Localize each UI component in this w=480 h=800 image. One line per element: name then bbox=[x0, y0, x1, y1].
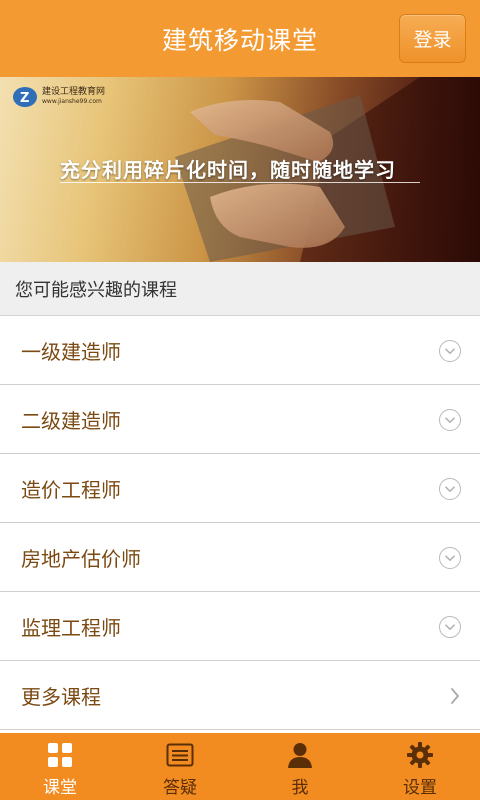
course-label: 房地产估价师 bbox=[21, 546, 141, 571]
list-icon bbox=[166, 743, 194, 767]
section-title: 您可能感兴趣的课程 bbox=[15, 279, 177, 301]
tab-label: 答疑 bbox=[163, 778, 197, 798]
banner-divider bbox=[60, 182, 420, 183]
course-item-erji-jianzaoshi[interactable]: 二级建造师 bbox=[0, 385, 480, 454]
user-icon bbox=[288, 743, 312, 768]
tab-settings[interactable]: 设置 bbox=[360, 733, 480, 800]
course-label: 更多课程 bbox=[21, 684, 101, 709]
section-header: 您可能感兴趣的课程 bbox=[0, 262, 480, 316]
site-logo-icon: Z bbox=[13, 87, 37, 107]
tab-me[interactable]: 我 bbox=[240, 733, 360, 800]
course-label: 监理工程师 bbox=[21, 615, 121, 640]
tab-label: 我 bbox=[291, 778, 309, 798]
site-logo-name: 建设工程教育网 bbox=[42, 87, 106, 97]
course-item-more[interactable]: 更多课程 bbox=[0, 661, 480, 730]
tab-qa[interactable]: 答疑 bbox=[120, 733, 240, 800]
course-item-fangdichan-gujiashi[interactable]: 房地产估价师 bbox=[0, 523, 480, 592]
svg-text:Z: Z bbox=[20, 91, 29, 106]
course-item-jianli-gongchengshi[interactable]: 监理工程师 bbox=[0, 592, 480, 661]
promo-banner[interactable]: Z 建设工程教育网 www.jianshe99.com 充分利用碎片化时间，随时… bbox=[0, 77, 480, 262]
tab-label: 设置 bbox=[403, 778, 437, 798]
course-label: 造价工程师 bbox=[21, 477, 121, 502]
gear-icon bbox=[407, 742, 433, 768]
tab-classroom[interactable]: 课堂 bbox=[0, 733, 120, 800]
grid-icon bbox=[48, 743, 72, 767]
site-logo-url: www.jianshe99.com bbox=[42, 98, 102, 105]
course-item-yiji-jianzaoshi[interactable]: 一级建造师 bbox=[0, 316, 480, 385]
course-list: 一级建造师 二级建造师 造价工程师 房地产估价师 监理工程师 更多课程 bbox=[0, 316, 480, 730]
chevron-down-circle-icon bbox=[439, 616, 461, 638]
course-item-zaojia-gongchengshi[interactable]: 造价工程师 bbox=[0, 454, 480, 523]
page-title: 建筑移动课堂 bbox=[161, 25, 318, 55]
chevron-right-icon bbox=[451, 688, 459, 704]
login-button[interactable]: 登录 bbox=[399, 14, 466, 63]
tab-label: 课堂 bbox=[43, 778, 77, 798]
app-header: 建筑移动课堂 登录 bbox=[0, 0, 480, 77]
banner-slogan: 充分利用碎片化时间，随时随地学习 bbox=[60, 158, 396, 182]
chevron-down-circle-icon bbox=[439, 478, 461, 500]
chevron-down-circle-icon bbox=[439, 340, 461, 362]
chevron-down-circle-icon bbox=[439, 547, 461, 569]
course-label: 一级建造师 bbox=[21, 339, 121, 364]
bottom-tab-bar: 课堂 答疑 我 设置 bbox=[0, 733, 480, 800]
chevron-down-circle-icon bbox=[439, 409, 461, 431]
course-label: 二级建造师 bbox=[21, 408, 121, 433]
